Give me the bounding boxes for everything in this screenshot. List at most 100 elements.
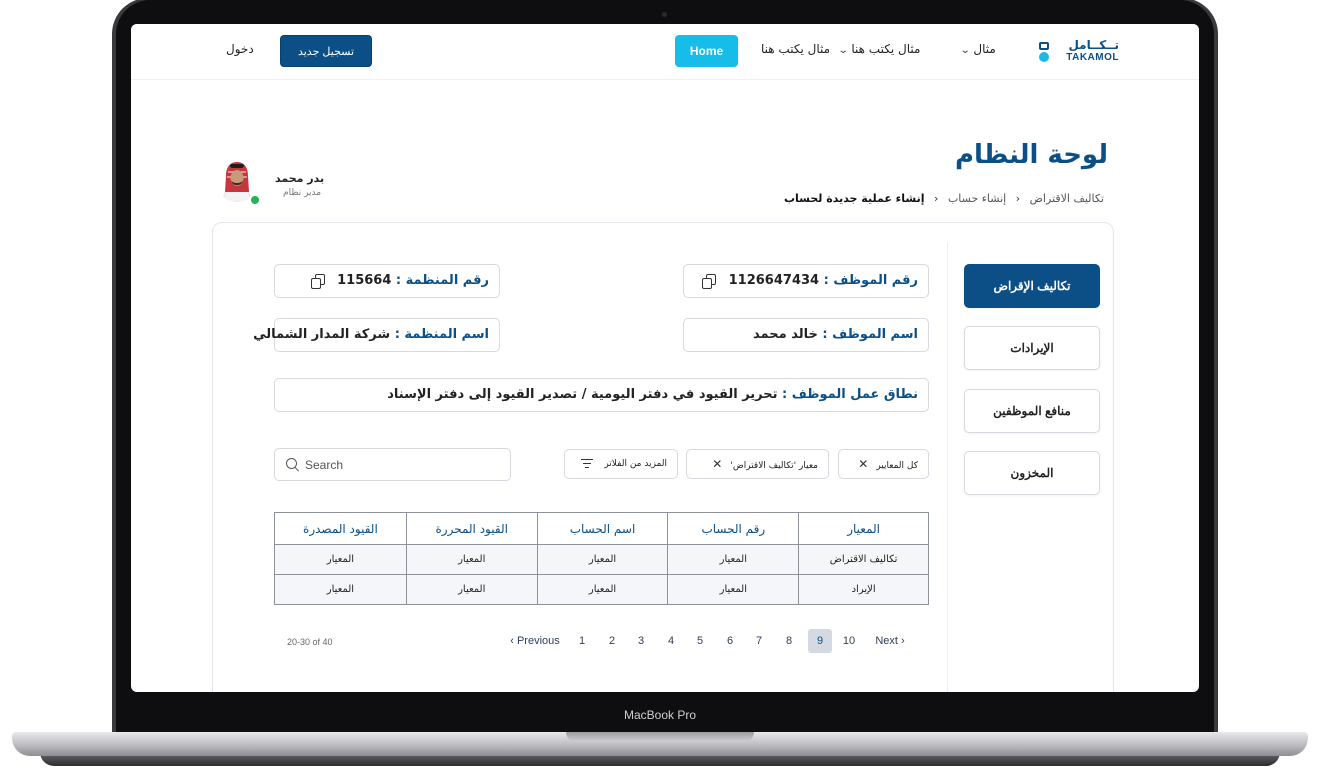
login-link[interactable]: دخول [226, 42, 254, 56]
work-scope-field: نطاق عمل الموظف : تحرير القيود في دفتر ا… [274, 378, 929, 412]
online-status-dot [249, 194, 261, 206]
column-header[interactable]: المعيار [798, 512, 929, 545]
page-link-current[interactable]: 9 [808, 629, 832, 653]
employee-name-value: خالد محمد [753, 327, 818, 342]
page-link[interactable]: 1 [571, 629, 593, 653]
table-cell: المعيار [274, 544, 407, 575]
table-cell: المعيار [536, 574, 669, 605]
page-link[interactable]: 6 [719, 629, 741, 653]
copy-icon[interactable] [310, 273, 325, 289]
camera-icon [662, 12, 667, 17]
takamol-logo[interactable]: تــكــامل TAKAMOL [1039, 38, 1119, 66]
column-header[interactable]: القيود المحررة [405, 512, 538, 545]
pagination-range: 20-30 of 40 [287, 637, 333, 647]
logo-arabic-text: تــكــامل [1068, 38, 1119, 52]
employee-number-value: 1126647434 [728, 273, 820, 288]
table-cell: المعيار [274, 574, 407, 605]
nav-link-2[interactable]: ⌄ مثال يكتب هنا [835, 42, 921, 56]
table-cell: المعيار [667, 574, 800, 605]
sidebar-item-employee-benefits[interactable]: منافع الموظفين [964, 389, 1100, 433]
page-link[interactable]: 3 [630, 629, 652, 653]
breadcrumb-current: إنشاء عملية جديدة لحساب [783, 192, 925, 205]
page-link[interactable]: 5 [689, 629, 711, 653]
top-navbar: تــكــامل TAKAMOL ⌄ مثال ⌄ مثال يكتب هنا م… [131, 24, 1199, 80]
org-name-value: شركة المدار الشمالي [253, 327, 391, 342]
sidebar-item-revenues[interactable]: الإيرادات [964, 326, 1100, 370]
filter-chip-label: كل المعايير [876, 461, 918, 471]
page-link[interactable]: 7 [748, 629, 770, 653]
previous-label: Previous [516, 635, 560, 647]
nav-link-label: مثال يكتب هنا [761, 42, 831, 56]
nav-link-label: مثال [973, 42, 996, 56]
main-card: تكاليف الإقراض الإيرادات منافع الموظفين … [212, 222, 1114, 692]
employee-number-field: رقم الموظف : 1126647434 [683, 264, 929, 298]
sidebar-item-inventory[interactable]: المخزون [964, 451, 1100, 495]
employee-name-label: اسم الموظف : [822, 327, 918, 342]
logo-english-text: TAKAMOL [1066, 52, 1119, 63]
filter-chip-label: معيار 'تكاليف الاقتراض' [730, 461, 818, 471]
device-label: MacBook Pro [623, 708, 697, 722]
chevron-down-icon: ⌄ [837, 45, 849, 56]
breadcrumb: تكاليف الاقتراض ‹ إنشاء حساب ‹ إنشاء عمل… [784, 192, 1104, 205]
close-icon[interactable]: ✕ [712, 457, 722, 471]
chevron-left-icon: ‹ [934, 192, 939, 205]
sidebar-item-borrowing-costs[interactable]: تكاليف الإقراض [964, 264, 1100, 308]
chevron-left-icon: ‹ [1015, 192, 1021, 205]
employee-number-label: رقم الموظف : [823, 273, 918, 288]
more-filters-label: المزيد من الفلاتر [604, 459, 667, 469]
column-header[interactable]: القيود المصدرة [274, 512, 407, 545]
laptop-notch [566, 732, 754, 742]
table-cell: المعيار [405, 544, 538, 575]
copy-icon[interactable] [702, 273, 717, 289]
org-number-value: 115664 [337, 273, 392, 288]
breadcrumb-item[interactable]: تكاليف الاقتراض [1030, 192, 1104, 205]
page-link[interactable]: 4 [660, 629, 682, 653]
nav-link-label: مثال يكتب هنا [851, 42, 921, 56]
org-number-field: رقم المنظمة : 115664 [274, 264, 500, 298]
filter-chip-borrowing-costs[interactable]: معيار 'تكاليف الاقتراض' ✕ [686, 449, 829, 479]
register-button[interactable]: تسجيل جديد [280, 35, 372, 67]
page-title: لوحة النظام [954, 140, 1108, 170]
home-button[interactable]: Home [675, 35, 738, 67]
laptop-mockup: تــكــامل TAKAMOL ⌄ مثال ⌄ مثال يكتب هنا م… [0, 0, 1320, 774]
screen: تــكــامل TAKAMOL ⌄ مثال ⌄ مثال يكتب هنا م… [131, 24, 1199, 692]
column-header[interactable]: اسم الحساب [536, 512, 669, 545]
search-icon [286, 458, 298, 470]
org-name-field: اسم المنظمة : شركة المدار الشمالي [253, 318, 500, 352]
user-role: مدير نظام [283, 188, 322, 198]
data-table: المعيار رقم الحساب اسم الحساب القيود الم… [274, 512, 929, 605]
previous-page-link[interactable]: ‹ Previous [505, 629, 565, 653]
nav-link-1[interactable]: ⌄ مثال [957, 42, 996, 56]
more-filters-button[interactable]: المزيد من الفلاتر [564, 449, 678, 479]
breadcrumb-item[interactable]: إنشاء حساب [948, 192, 1006, 205]
page-link[interactable]: 10 [838, 629, 860, 653]
org-name-label: اسم المنظمة : [394, 327, 489, 342]
table-cell: المعيار [536, 544, 669, 575]
table-header-row: المعيار رقم الحساب اسم الحساب القيود الم… [274, 512, 929, 545]
work-scope-label: نطاق عمل الموظف : [782, 387, 918, 402]
next-label: Next [875, 635, 898, 647]
table-cell: المعيار [405, 574, 538, 605]
table-row[interactable]: تكاليف الاقتراض المعيار المعيار المعيار … [274, 544, 929, 575]
filter-chip-all-criteria[interactable]: كل المعايير ✕ [838, 449, 929, 479]
search-input[interactable] [305, 455, 501, 475]
filter-icon [581, 459, 594, 469]
logo-mark-icon [1039, 42, 1053, 62]
close-icon[interactable]: ✕ [858, 457, 868, 471]
column-header[interactable]: رقم الحساب [667, 512, 800, 545]
page-link[interactable]: 8 [778, 629, 800, 653]
table-cell: الإيراد [798, 574, 929, 605]
work-scope-value: تحرير القيود في دفتر اليومية / تصدير الق… [387, 387, 778, 402]
page-link[interactable]: 2 [601, 629, 623, 653]
chevron-right-icon: › [897, 635, 905, 647]
search-box [274, 448, 511, 481]
table-row[interactable]: الإيراد المعيار المعيار المعيار المعيار [274, 574, 929, 605]
nav-link-3[interactable]: مثال يكتب هنا [761, 42, 830, 56]
user-name: بدر محمد [275, 172, 325, 185]
employee-name-field: اسم الموظف : خالد محمد [683, 318, 929, 352]
next-page-link[interactable]: Next › [869, 629, 911, 653]
chevron-down-icon: ⌄ [959, 45, 971, 56]
chevron-left-icon: ‹ [510, 635, 517, 647]
table-cell: تكاليف الاقتراض [798, 544, 929, 575]
sidebar-divider [947, 243, 948, 692]
